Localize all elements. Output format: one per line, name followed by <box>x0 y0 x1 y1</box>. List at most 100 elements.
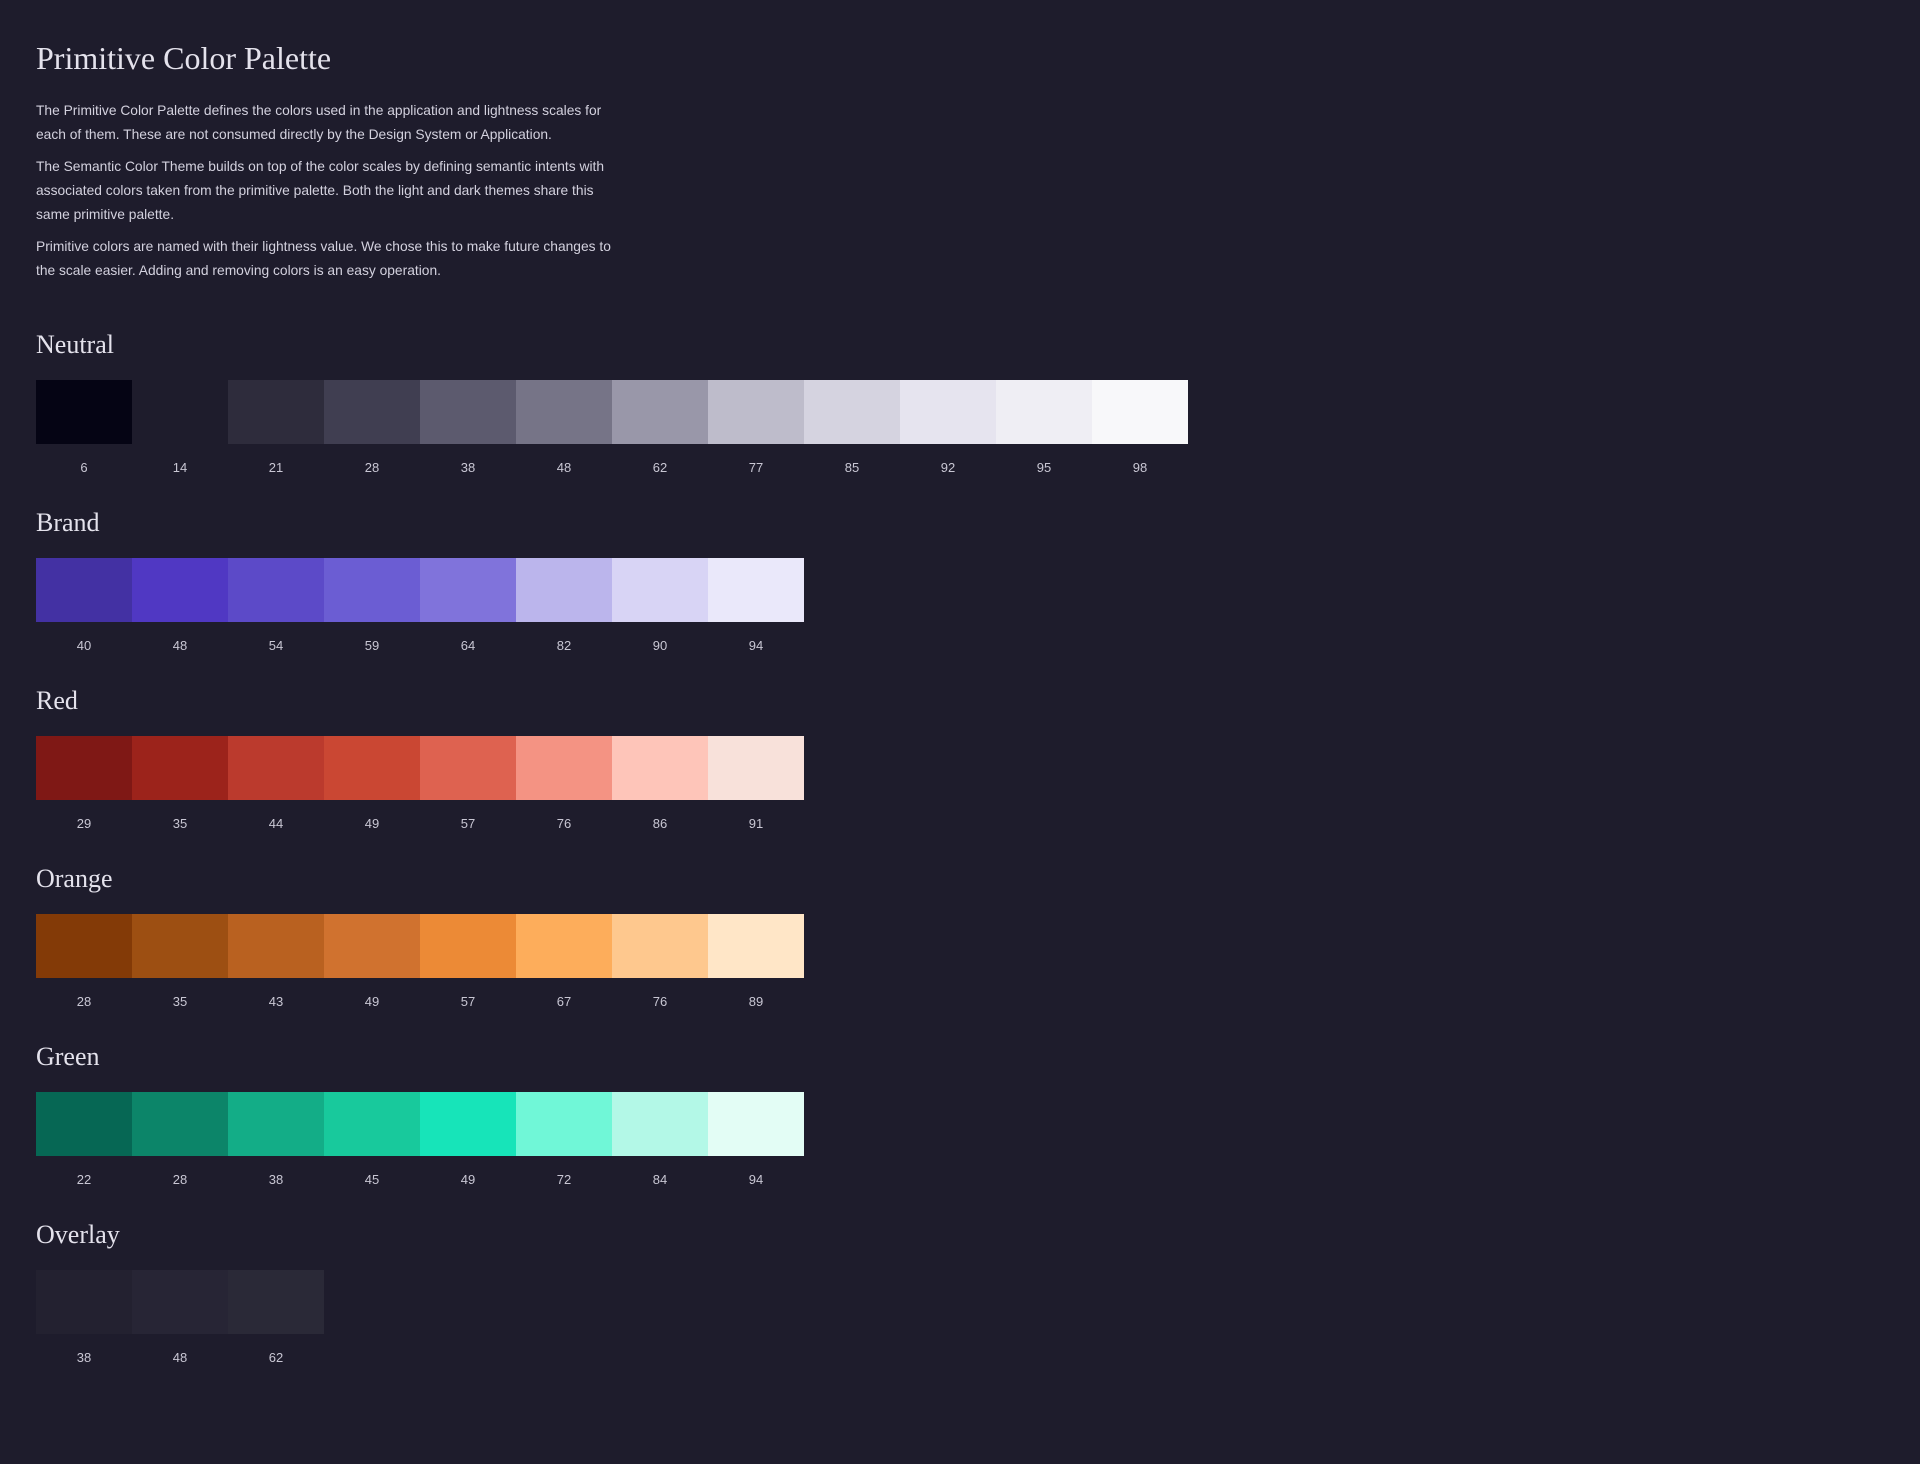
palette-title: Neutral <box>36 330 114 359</box>
swatch-label: 38 <box>76 1350 92 1365</box>
color-chip <box>324 1092 420 1156</box>
swatch-label: 72 <box>556 1172 572 1187</box>
swatch-label: 77 <box>748 460 764 475</box>
color-chip <box>36 914 132 978</box>
swatch-label: 49 <box>364 994 380 1009</box>
color-swatch: 49 <box>420 1092 516 1187</box>
color-swatch: 38 <box>420 380 516 475</box>
color-swatch: 85 <box>804 380 900 475</box>
color-swatch: 98 <box>1092 380 1188 475</box>
swatch-row: 29 35 44 49 57 76 86 91 <box>36 736 804 831</box>
color-chip <box>708 914 804 978</box>
swatch-label: 84 <box>652 1172 668 1187</box>
intro-text: The Primitive Color Palette defines the … <box>36 99 616 291</box>
swatch-row: 22 28 38 45 49 72 84 94 <box>36 1092 804 1187</box>
palette-section-overlay: Overlay 38 48 62 <box>36 1220 324 1365</box>
color-swatch: 67 <box>516 914 612 1009</box>
color-swatch: 82 <box>516 558 612 653</box>
palette-section-green: Green 22 28 38 45 49 72 84 94 <box>36 1042 804 1187</box>
swatch-row: 28 35 43 49 57 67 76 89 <box>36 914 804 1009</box>
color-swatch: 44 <box>228 736 324 831</box>
color-swatch: 45 <box>324 1092 420 1187</box>
color-swatch: 95 <box>996 380 1092 475</box>
color-chip <box>420 914 516 978</box>
color-chip <box>420 558 516 622</box>
color-chip <box>36 1092 132 1156</box>
swatch-label: 92 <box>940 460 956 475</box>
swatch-label: 14 <box>172 460 188 475</box>
palette-title: Red <box>36 686 78 715</box>
color-swatch: 94 <box>708 558 804 653</box>
swatch-label: 76 <box>556 816 572 831</box>
color-swatch: 35 <box>132 914 228 1009</box>
color-chip <box>612 558 708 622</box>
palette-title: Orange <box>36 864 113 893</box>
color-chip <box>516 380 612 444</box>
swatch-label: 35 <box>172 816 188 831</box>
color-chip <box>132 914 228 978</box>
swatch-label: 49 <box>364 816 380 831</box>
color-chip <box>900 380 996 444</box>
color-swatch: 54 <box>228 558 324 653</box>
color-swatch: 77 <box>708 380 804 475</box>
swatch-label: 94 <box>748 1172 764 1187</box>
color-swatch: 90 <box>612 558 708 653</box>
color-swatch: 38 <box>228 1092 324 1187</box>
palette-title: Brand <box>36 508 100 537</box>
swatch-label: 48 <box>172 1350 188 1365</box>
color-swatch: 64 <box>420 558 516 653</box>
color-chip <box>804 380 900 444</box>
color-chip <box>132 380 228 444</box>
swatch-label: 54 <box>268 638 284 653</box>
color-swatch: 49 <box>324 736 420 831</box>
color-swatch: 62 <box>228 1270 324 1365</box>
color-chip <box>324 558 420 622</box>
color-chip <box>132 1270 228 1334</box>
color-swatch: 29 <box>36 736 132 831</box>
color-swatch: 48 <box>132 558 228 653</box>
swatch-label: 40 <box>76 638 92 653</box>
color-chip <box>708 558 804 622</box>
color-chip <box>228 914 324 978</box>
color-chip <box>708 1092 804 1156</box>
color-swatch: 48 <box>516 380 612 475</box>
color-swatch: 91 <box>708 736 804 831</box>
swatch-label: 43 <box>268 994 284 1009</box>
swatch-label: 98 <box>1132 460 1148 475</box>
swatch-label: 48 <box>172 638 188 653</box>
color-swatch: 49 <box>324 914 420 1009</box>
color-swatch: 76 <box>516 736 612 831</box>
color-swatch: 6 <box>36 380 132 475</box>
palette-section-orange: Orange 28 35 43 49 57 67 76 89 <box>36 864 804 1009</box>
color-swatch: 21 <box>228 380 324 475</box>
color-swatch: 38 <box>36 1270 132 1365</box>
swatch-label: 86 <box>652 816 668 831</box>
color-swatch: 28 <box>132 1092 228 1187</box>
intro-paragraph: The Primitive Color Palette defines the … <box>36 103 602 142</box>
color-chip <box>516 558 612 622</box>
color-chip <box>228 1270 324 1334</box>
color-chip <box>228 736 324 800</box>
palette-section-red: Red 29 35 44 49 57 76 86 91 <box>36 686 804 831</box>
color-chip <box>612 736 708 800</box>
color-chip <box>612 1092 708 1156</box>
intro-paragraph: Primitive colors are named with their li… <box>36 239 611 278</box>
color-chip <box>708 736 804 800</box>
swatch-label: 45 <box>364 1172 380 1187</box>
color-chip <box>420 1092 516 1156</box>
swatch-label: 28 <box>172 1172 188 1187</box>
swatch-label: 38 <box>268 1172 284 1187</box>
swatch-label: 44 <box>268 816 284 831</box>
page-title: Primitive Color Palette <box>36 40 332 76</box>
swatch-label: 90 <box>652 638 668 653</box>
color-chip <box>36 736 132 800</box>
swatch-label: 21 <box>268 460 284 475</box>
color-chip <box>708 380 804 444</box>
color-swatch: 62 <box>612 380 708 475</box>
swatch-row: 6 14 21 28 38 48 62 77 85 92 95 98 <box>36 380 1188 475</box>
swatch-label: 28 <box>364 460 380 475</box>
swatch-label: 64 <box>460 638 476 653</box>
palette-title: Green <box>36 1042 100 1071</box>
swatch-label: 62 <box>652 460 668 475</box>
color-chip <box>996 380 1092 444</box>
